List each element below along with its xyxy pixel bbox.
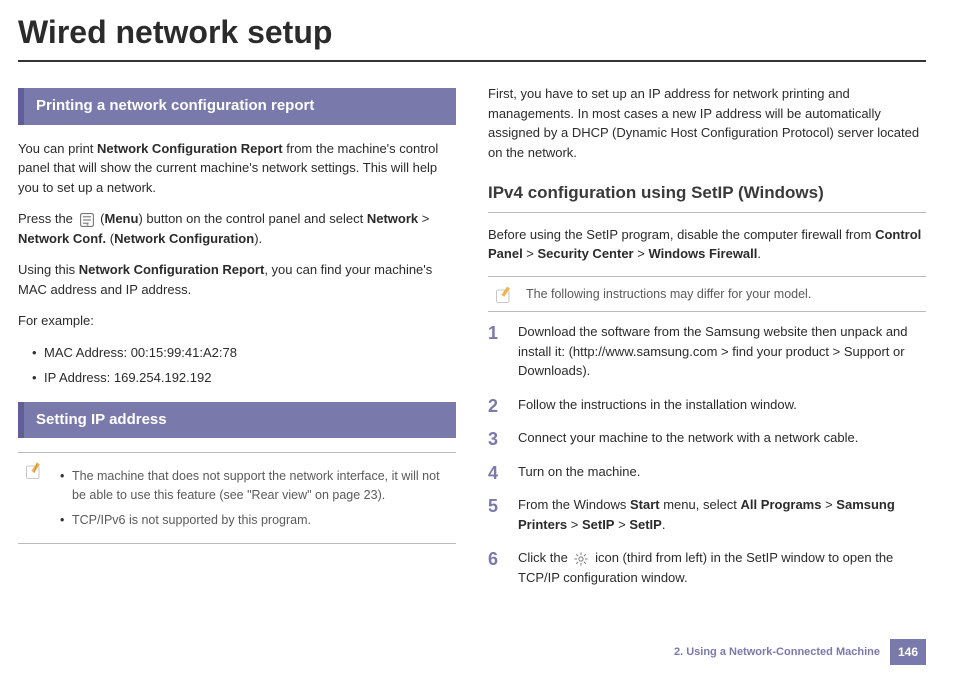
note-icon: [494, 285, 514, 305]
note-box: The following instructions may differ fo…: [488, 276, 926, 313]
note-item: The machine that does not support the ne…: [60, 467, 450, 505]
text: Click the: [518, 550, 571, 565]
text: You can print: [18, 141, 97, 156]
left-column: Printing a network configuration report …: [18, 84, 456, 601]
step-item: Download the software from the Samsung w…: [488, 322, 926, 395]
bold-text: SetIP: [629, 517, 662, 532]
text: From the Windows: [518, 497, 630, 512]
bold-text: Network: [367, 211, 418, 226]
note-box: The machine that does not support the ne…: [18, 452, 456, 544]
text: >: [634, 246, 649, 261]
section-heading-print-report: Printing a network configuration report: [18, 88, 456, 125]
bold-text: Network Configuration: [114, 231, 254, 246]
body-text: Before using the SetIP program, disable …: [488, 225, 926, 264]
note-text: The following instructions may differ fo…: [526, 287, 811, 301]
body-text: You can print Network Configuration Repo…: [18, 139, 456, 198]
right-column: First, you have to set up an IP address …: [488, 84, 926, 601]
footer-chapter: 2. Using a Network-Connected Machine: [674, 644, 880, 661]
step-item: Click the: [488, 548, 926, 601]
text: >: [614, 517, 629, 532]
bold-text: All Programs: [741, 497, 822, 512]
footer-page-number: 146: [890, 639, 926, 665]
text: Press the: [18, 211, 77, 226]
body-text: Press the * ( Menu) button on the control…: [18, 209, 456, 248]
step-item: Turn on the machine.: [488, 462, 926, 496]
gear-icon: [573, 551, 589, 567]
text: Using this: [18, 262, 79, 277]
text: >: [567, 517, 582, 532]
bold-text: Start: [630, 497, 660, 512]
text: menu, select: [660, 497, 741, 512]
note-item: TCP/IPv6 is not supported by this progra…: [60, 511, 450, 530]
text: >: [418, 211, 429, 226]
page-footer: 2. Using a Network-Connected Machine 146: [674, 639, 926, 665]
body-text: First, you have to set up an IP address …: [488, 84, 926, 162]
page-title: Wired network setup: [18, 8, 926, 56]
text: ).: [254, 231, 262, 246]
list-item: MAC Address: 00:15:99:41:A2:78: [32, 343, 456, 363]
bold-text: Menu: [105, 211, 139, 226]
text: .: [662, 517, 666, 532]
example-list: MAC Address: 00:15:99:41:A2:78 IP Addres…: [18, 343, 456, 388]
title-rule: [18, 60, 926, 62]
svg-text:*: *: [86, 223, 89, 228]
steps-list: Download the software from the Samsung w…: [488, 322, 926, 601]
bold-text: Network Configuration Report: [97, 141, 283, 156]
text: >: [821, 497, 836, 512]
bold-text: SetIP: [582, 517, 615, 532]
bold-text: Network Configuration Report: [79, 262, 265, 277]
text: ) button on the control panel and select: [138, 211, 366, 226]
bold-text: Security Center: [538, 246, 634, 261]
body-text: For example:: [18, 311, 456, 331]
section-heading-set-ip: Setting IP address: [18, 402, 456, 439]
text: (: [106, 231, 114, 246]
list-item: IP Address: 169.254.192.192: [32, 368, 456, 388]
step-item: Follow the instructions in the installat…: [488, 395, 926, 429]
step-item: From the Windows Start menu, select All …: [488, 495, 926, 548]
text: >: [523, 246, 538, 261]
subheading-ipv4: IPv4 configuration using SetIP (Windows): [488, 180, 926, 213]
body-text: Using this Network Configuration Report,…: [18, 260, 456, 299]
text: .: [757, 246, 761, 261]
menu-button-icon: *: [79, 212, 95, 228]
text: Before using the SetIP program, disable …: [488, 227, 875, 242]
bold-text: Network Conf.: [18, 231, 106, 246]
bold-text: Windows Firewall: [648, 246, 757, 261]
step-item: Connect your machine to the network with…: [488, 428, 926, 462]
note-icon: [24, 461, 44, 481]
